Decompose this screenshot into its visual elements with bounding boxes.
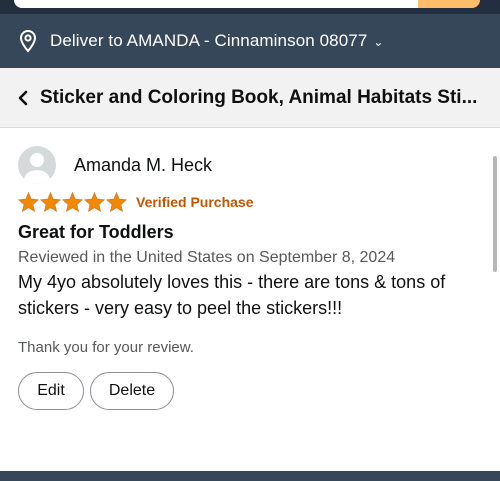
- rating-row: Verified Purchase: [18, 190, 488, 214]
- verified-purchase-badge: Verified Purchase: [136, 194, 254, 210]
- star-rating: [18, 192, 128, 212]
- top-search-band: [0, 0, 500, 14]
- avatar: [18, 146, 56, 184]
- deliver-to-text: Deliver to AMANDA - Cinnaminson 08077: [50, 31, 368, 50]
- product-title[interactable]: Sticker and Coloring Book, Animal Habita…: [40, 87, 490, 109]
- star-icon: [106, 192, 127, 212]
- thanks-message: Thank you for your review.: [18, 339, 194, 356]
- review-actions: Edit Delete: [18, 372, 488, 410]
- product-header[interactable]: Sticker and Coloring Book, Animal Habita…: [0, 68, 500, 128]
- chevron-left-icon[interactable]: [16, 89, 30, 107]
- review-body: My 4yo absolutely loves this - there are…: [18, 272, 446, 318]
- review-meta: Reviewed in the United States on Septemb…: [18, 249, 396, 266]
- scrollbar[interactable]: [493, 156, 497, 272]
- review-title: Great for Toddlers: [18, 222, 174, 242]
- bottom-bar: [0, 471, 500, 481]
- delete-button[interactable]: Delete: [90, 372, 174, 410]
- search-bar[interactable]: [14, 0, 432, 8]
- reviewer: Amanda M. Heck: [18, 146, 488, 184]
- location-pin-icon: [19, 29, 37, 53]
- star-icon: [62, 192, 83, 212]
- deliver-to-bar[interactable]: Deliver to AMANDA - Cinnaminson 08077 ⌄: [0, 14, 500, 68]
- search-button[interactable]: [418, 0, 480, 8]
- edit-button[interactable]: Edit: [18, 372, 84, 410]
- star-icon: [18, 192, 39, 212]
- review-card: Amanda M. Heck Verified Purchase Great f…: [18, 146, 488, 410]
- star-icon: [84, 192, 105, 212]
- star-icon: [40, 192, 61, 212]
- chevron-down-icon: ⌄: [373, 35, 384, 49]
- reviewer-name: Amanda M. Heck: [74, 154, 213, 175]
